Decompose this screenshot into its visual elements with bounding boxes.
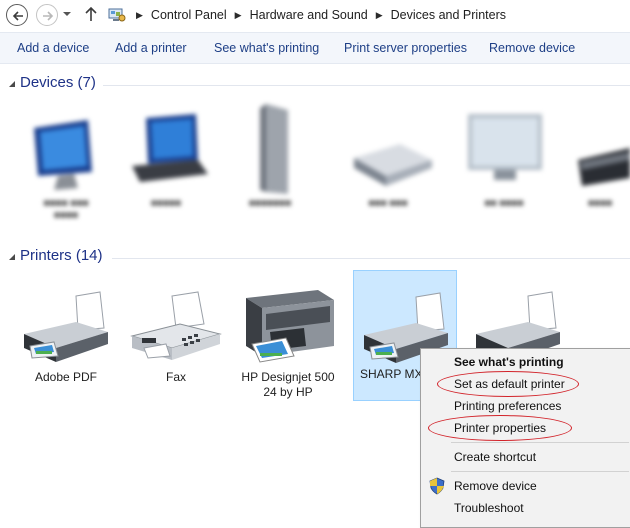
menu-separator <box>451 442 629 443</box>
breadcrumb-separator-icon[interactable]: ▶ <box>231 10 246 21</box>
menu-item-remove-device[interactable]: Remove device <box>454 479 537 493</box>
tv-icon <box>468 114 542 180</box>
chevron-down-icon[interactable] <box>62 8 72 20</box>
breadcrumb: ▶ Control Panel ▶ Hardware and Sound ▶ D… <box>106 3 630 27</box>
device-label: ■■■■ <box>588 198 613 209</box>
device-label: ■■■ ■■■ <box>368 198 408 209</box>
printer-label: Fax <box>165 370 186 384</box>
address-bar: ▶ Control Panel ▶ Hardware and Sound ▶ D… <box>0 0 630 30</box>
printer-tile-hp-designjet[interactable]: HP Designjet 500 24 by HP <box>236 286 340 401</box>
menu-item-create-shortcut[interactable]: Create shortcut <box>454 450 536 464</box>
see-whats-printing-button[interactable]: See what's printing <box>214 41 319 55</box>
external-drive-icon <box>260 104 288 194</box>
uac-shield-icon <box>429 477 445 495</box>
menu-item-troubleshoot[interactable]: Troubleshoot <box>454 501 524 515</box>
forward-arrow-icon <box>43 11 54 21</box>
control-panel-icon[interactable] <box>108 7 126 23</box>
highlight-circle <box>428 415 572 441</box>
device-label: ■■■■ ■■■ ■■■■ <box>43 198 89 221</box>
breadcrumb-separator-icon[interactable]: ▶ <box>372 10 387 21</box>
device-tile[interactable]: ■■■■■■■ <box>222 104 318 214</box>
back-arrow-icon <box>12 11 23 21</box>
printer-tile-fax[interactable]: Fax <box>124 286 228 401</box>
usb-device-icon <box>578 148 630 186</box>
highlight-circle <box>437 371 579 397</box>
large-format-printer-icon <box>246 290 334 363</box>
section-divider <box>112 258 630 259</box>
print-server-properties-button[interactable]: Print server properties <box>344 41 467 55</box>
forward-button[interactable] <box>36 4 58 26</box>
context-menu: See what's printing Set as default print… <box>420 348 630 528</box>
laptop-icon <box>132 114 208 182</box>
printers-section-header[interactable]: Printers (14) <box>0 246 630 268</box>
breadcrumb-devices-and-printers[interactable]: Devices and Printers <box>387 8 510 22</box>
fax-icon <box>130 291 222 360</box>
collapse-triangle-icon[interactable] <box>8 80 16 88</box>
breadcrumb-separator-icon: ▶ <box>136 9 143 20</box>
device-label: ■■ ■■■■ <box>484 198 524 209</box>
device-tile[interactable]: ■■ ■■■■ <box>456 104 552 214</box>
device-label: ■■■■■ <box>150 198 182 209</box>
add-printer-button[interactable]: Add a printer <box>115 41 187 55</box>
card-reader-icon <box>354 144 432 186</box>
add-device-button[interactable]: Add a device <box>17 41 89 55</box>
printer-tile-adobe-pdf[interactable]: Adobe PDF <box>14 286 118 401</box>
menu-separator <box>451 471 629 472</box>
device-tile[interactable]: ■■■ ■■■ <box>340 104 436 214</box>
printer-label: Adobe PDF <box>34 370 98 384</box>
printers-section-title: Printers (14) <box>20 247 103 264</box>
breadcrumb-hardware-and-sound[interactable]: Hardware and Sound <box>246 8 372 22</box>
device-label: ■■■■■■■ <box>248 198 292 209</box>
devices-section-title: Devices (7) <box>20 74 96 91</box>
menu-item-printing-preferences[interactable]: Printing preferences <box>454 399 561 413</box>
device-tile[interactable]: ■■■■ ■■■ ■■■■ <box>18 104 114 221</box>
breadcrumb-control-panel[interactable]: Control Panel <box>147 8 231 22</box>
back-button[interactable] <box>6 4 28 26</box>
collapse-triangle-icon[interactable] <box>8 253 16 261</box>
section-divider <box>103 85 630 86</box>
up-arrow-icon[interactable] <box>84 5 98 23</box>
printer-label: HP Designjet 500 24 by HP <box>241 370 335 399</box>
printer-icon <box>24 291 108 362</box>
menu-item-see-whats-printing[interactable]: See what's printing <box>454 355 564 369</box>
device-tile[interactable]: ■■■■■ <box>118 104 214 214</box>
devices-section-header[interactable]: Devices (7) <box>0 73 630 95</box>
command-bar: Add a device Add a printer See what's pr… <box>0 32 630 64</box>
monitor-icon <box>34 120 92 190</box>
remove-device-button[interactable]: Remove device <box>489 41 575 55</box>
device-tile[interactable]: ■■■■ <box>568 104 630 214</box>
